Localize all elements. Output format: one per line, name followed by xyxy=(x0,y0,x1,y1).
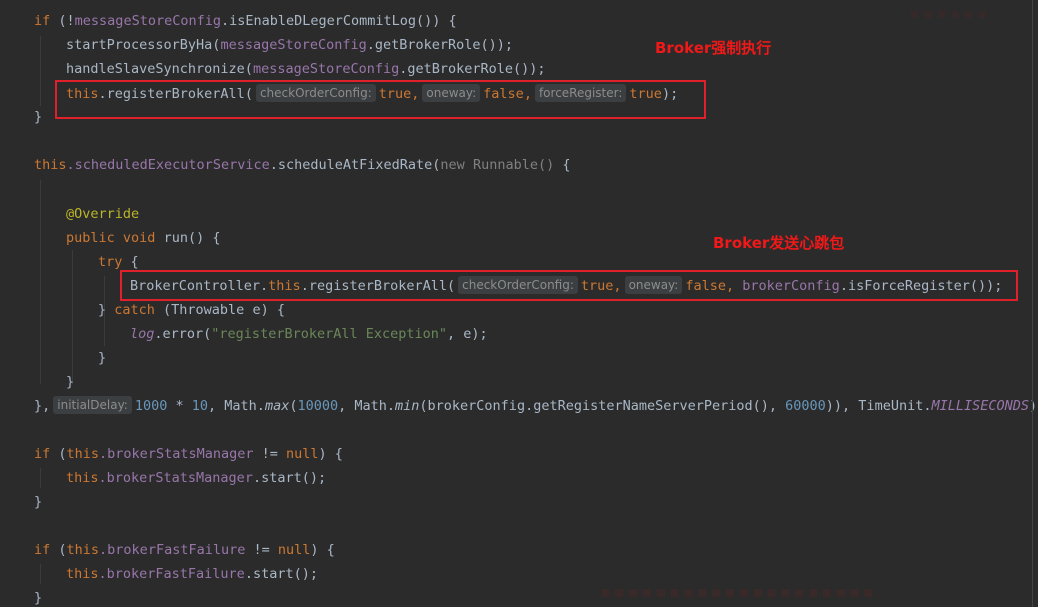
code-line-9[interactable]: @Override xyxy=(66,202,139,226)
indent-guide xyxy=(40,468,41,488)
code-line-15[interactable]: } xyxy=(98,346,106,370)
code-line-25[interactable]: } xyxy=(34,586,42,607)
code-line-17[interactable]: }, initialDelay: 1000 * 10, Math.max(10000… xyxy=(34,394,1038,418)
code-line-21[interactable]: } xyxy=(34,490,42,514)
watermark: ▪▪▪▪▪▪ xyxy=(910,6,991,22)
code-line-16[interactable]: } xyxy=(66,370,74,394)
code-line-20[interactable]: this.brokerStatsManager.start(); xyxy=(66,466,326,490)
code-line-5[interactable]: } xyxy=(34,105,42,129)
parameter-hint: initialDelay: xyxy=(53,396,132,414)
code-line-13[interactable]: } catch (Throwable e) { xyxy=(98,298,285,322)
code-line-23[interactable]: if (this.brokerFastFailure != null) { xyxy=(34,538,335,562)
code-line-1[interactable]: if (!messageStoreConfig.isEnableDLegerCo… xyxy=(34,9,457,33)
code-editor[interactable]: if (!messageStoreConfig.isEnableDLegerCo… xyxy=(0,0,1038,607)
annotation-force-execute: Broker强制执行 xyxy=(655,39,772,57)
editor-right-margin xyxy=(1032,0,1033,607)
code-line-3[interactable]: handleSlaveSynchronize(messageStoreConfi… xyxy=(66,57,546,81)
code-line-7[interactable]: this.scheduledExecutorService.scheduleAt… xyxy=(34,153,570,177)
code-line-14[interactable]: log.error("registerBrokerAll Exception",… xyxy=(130,322,488,346)
indent-guide xyxy=(72,250,73,384)
indent-guide xyxy=(40,36,41,106)
highlight-box-heartbeat xyxy=(120,270,1018,301)
code-line-19[interactable]: if (this.brokerStatsManager != null) { xyxy=(34,442,343,466)
code-line-2[interactable]: startProcessorByHa(messageStoreConfig.ge… xyxy=(66,33,513,57)
indent-guide xyxy=(40,564,41,584)
indent-guide xyxy=(40,180,41,384)
highlight-box-force-register xyxy=(55,80,706,119)
annotation-send-heartbeat: Broker发送心跳包 xyxy=(713,234,845,252)
code-line-10[interactable]: public void run() { xyxy=(66,226,220,250)
watermark: ▪▪▪▪▪▪▪▪▪▪▪▪▪▪▪▪▪▪▪▪ xyxy=(600,582,877,601)
code-line-24[interactable]: this.brokerFastFailure.start(); xyxy=(66,562,318,586)
